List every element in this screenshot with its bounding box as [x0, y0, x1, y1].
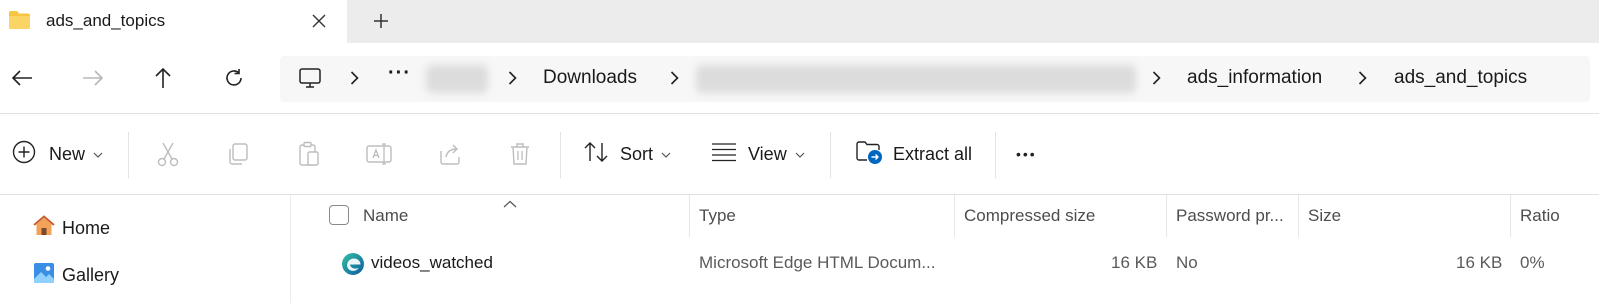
- sidebar-item-label: Home: [62, 217, 111, 238]
- paste-icon[interactable]: [293, 138, 325, 170]
- column-resizer[interactable]: [1298, 195, 1299, 237]
- new-label: New: [49, 143, 86, 164]
- chevron-right-icon[interactable]: [346, 69, 362, 87]
- tab-title: ads_and_topics: [46, 11, 166, 30]
- arrow-up-icon[interactable]: [146, 61, 180, 95]
- file-name[interactable]: videos_watched: [371, 253, 493, 273]
- chevron-right-icon[interactable]: [504, 69, 520, 87]
- file-size: 16 KB: [1456, 253, 1503, 272]
- file-list: Name Type Compressed size Password pr...…: [291, 195, 1599, 303]
- breadcrumb-ads-information[interactable]: ads_information: [1187, 67, 1322, 89]
- sort-icon: [583, 140, 609, 169]
- tab-strip: ads_and_topics: [0, 0, 1599, 43]
- view-list-icon: [711, 142, 737, 167]
- rename-icon[interactable]: [363, 138, 395, 170]
- extract-folder-icon: [855, 139, 883, 170]
- chevron-down-icon: [795, 145, 805, 163]
- sidebar-item-gallery[interactable]: Gallery: [32, 260, 119, 290]
- view-label: View: [748, 143, 787, 164]
- chevron-down-icon: [93, 145, 103, 163]
- this-pc-icon[interactable]: [298, 66, 322, 95]
- command-bar: New Sort View Extract all •••: [0, 114, 1599, 194]
- refresh-icon[interactable]: [217, 61, 251, 95]
- close-icon[interactable]: [306, 8, 332, 34]
- column-header-label: Type: [699, 206, 736, 225]
- column-header-label: Compressed size: [964, 206, 1096, 225]
- column-header-label: Password pr...: [1176, 206, 1284, 225]
- navigation-pane: Home Gallery: [0, 195, 290, 303]
- plus-circle-icon: [12, 140, 36, 169]
- column-header-label: Size: [1308, 206, 1342, 225]
- sort-ascending-icon: [503, 195, 517, 213]
- column-resizer[interactable]: [689, 195, 690, 237]
- separator: [128, 132, 129, 178]
- select-all-checkbox[interactable]: [329, 205, 349, 225]
- column-header-size[interactable]: Size: [1308, 195, 1341, 237]
- delete-icon[interactable]: [504, 138, 536, 170]
- file-compressed-size: 16 KB: [1111, 253, 1158, 272]
- more-options-button[interactable]: •••: [1016, 136, 1037, 172]
- file-ratio: 0%: [1520, 253, 1545, 272]
- extract-all-label: Extract all: [893, 143, 973, 164]
- extract-all-button[interactable]: Extract all: [855, 136, 972, 172]
- sidebar-item-label: Gallery: [62, 264, 120, 285]
- column-resizer[interactable]: [1166, 195, 1167, 237]
- column-header-label: Ratio: [1520, 206, 1560, 225]
- column-header-compressed-size[interactable]: Compressed size: [964, 195, 1095, 237]
- column-header-ratio[interactable]: Ratio: [1520, 195, 1560, 237]
- chevron-down-icon: [661, 145, 671, 163]
- home-icon: [32, 214, 56, 243]
- share-icon[interactable]: [434, 138, 466, 170]
- file-password: No: [1176, 253, 1198, 272]
- column-resizer[interactable]: [1510, 195, 1511, 237]
- arrow-left-icon[interactable]: [5, 61, 39, 95]
- edge-icon: [341, 252, 365, 281]
- more-icon: •••: [1016, 146, 1037, 162]
- gallery-icon: [32, 261, 56, 290]
- breadcrumb-overflow[interactable]: ···: [388, 62, 411, 85]
- view-button[interactable]: View: [711, 136, 805, 172]
- redacted-crumb: [426, 65, 488, 93]
- folder-icon: [8, 10, 31, 30]
- separator: [560, 132, 561, 178]
- plus-icon[interactable]: [366, 6, 396, 36]
- sort-label: Sort: [620, 143, 654, 164]
- breadcrumb-downloads[interactable]: Downloads: [543, 67, 637, 89]
- column-header-label: Name: [363, 206, 409, 225]
- tab-ads-and-topics[interactable]: ads_and_topics: [0, 0, 347, 43]
- column-resizer[interactable]: [954, 195, 955, 237]
- arrow-right-icon[interactable]: [76, 61, 110, 95]
- sidebar-item-home[interactable]: Home: [32, 213, 110, 243]
- cut-icon[interactable]: [152, 138, 184, 170]
- column-header-name[interactable]: Name: [363, 195, 408, 237]
- column-header-password[interactable]: Password pr...: [1176, 195, 1284, 237]
- sort-button[interactable]: Sort: [583, 136, 671, 172]
- chevron-right-icon[interactable]: [1354, 69, 1370, 87]
- chevron-right-icon[interactable]: [666, 69, 682, 87]
- file-type: Microsoft Edge HTML Docum...: [699, 253, 936, 272]
- redacted-crumb: [696, 65, 1136, 93]
- new-button[interactable]: New: [12, 136, 103, 172]
- chevron-right-icon[interactable]: [1148, 69, 1164, 87]
- address-bar[interactable]: ··· Downloads ads_information ads_and_to…: [280, 56, 1590, 102]
- separator: [830, 132, 831, 178]
- address-row: ··· Downloads ads_information ads_and_to…: [0, 43, 1599, 113]
- copy-icon[interactable]: [222, 138, 254, 170]
- breadcrumb-ads-and-topics[interactable]: ads_and_topics: [1394, 67, 1527, 89]
- separator: [995, 132, 996, 178]
- column-header-type[interactable]: Type: [699, 195, 736, 237]
